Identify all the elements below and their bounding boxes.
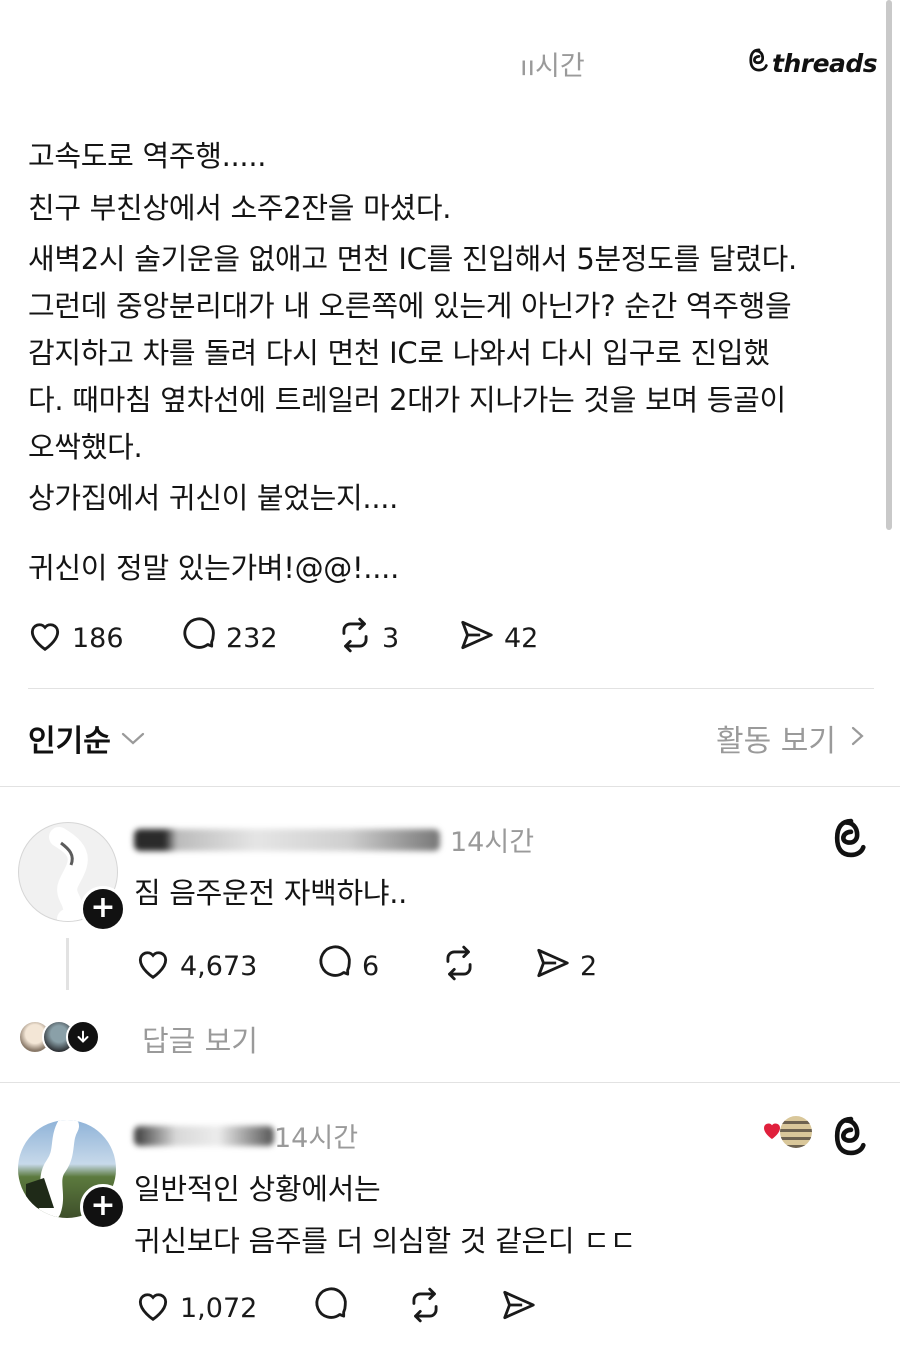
- username-redacted[interactable]: [134, 828, 440, 851]
- post-line: 오싹했다.: [28, 430, 143, 464]
- follow-plus-icon[interactable]: +: [80, 886, 126, 932]
- like-count: 4,673: [180, 951, 258, 982]
- heart-icon: [134, 944, 172, 989]
- post-line: 새벽2시 술기운을 없애고 면천 IC를 진입해서 5분정도를 달렸다.: [28, 242, 797, 276]
- share-count: 42: [504, 623, 539, 654]
- comment-icon: [180, 616, 218, 661]
- comment-time: 14시간: [450, 827, 535, 858]
- heart-icon: [26, 616, 64, 661]
- scrollbar[interactable]: [886, 0, 892, 530]
- comment-button[interactable]: [312, 1286, 350, 1331]
- repost-button[interactable]: [406, 1286, 444, 1331]
- comment-icon: [312, 1286, 350, 1331]
- post-line: 고속도로 역주행.....: [28, 139, 267, 173]
- threads-brand[interactable]: threads: [748, 48, 878, 78]
- repost-button[interactable]: 3: [336, 616, 399, 661]
- author-avatar: [780, 1116, 812, 1148]
- repost-button[interactable]: [440, 944, 478, 989]
- username-redacted[interactable]: [134, 1125, 274, 1146]
- reply-count: 232: [226, 623, 278, 654]
- like-count: 186: [72, 623, 124, 654]
- comment-text: 일반적인 상황에서는: [134, 1172, 381, 1206]
- repost-icon: [336, 616, 374, 661]
- liked-by-author: [760, 1116, 812, 1148]
- divider: [0, 1082, 900, 1083]
- post-line: 감지하고 차를 돌려 다시 면천 IC로 나와서 다시 입구로 진입했: [28, 336, 770, 370]
- chevron-down-icon: [119, 721, 147, 756]
- share-button[interactable]: 42: [458, 616, 538, 661]
- post-line: 귀신이 정말 있는가벼!@@!....: [28, 551, 399, 585]
- comment-button[interactable]: 6: [316, 944, 379, 989]
- activity-label: 활동 보기: [716, 724, 836, 759]
- reply-count: 6: [362, 951, 380, 982]
- chevron-right-icon: [850, 721, 866, 756]
- threads-logo-icon[interactable]: [832, 818, 870, 862]
- like-button[interactable]: 1,072: [134, 1286, 257, 1331]
- post-line: 상가집에서 귀신이 붙었는지....: [28, 481, 399, 515]
- header-time: ıı시간: [520, 51, 585, 82]
- repost-count: 3: [382, 623, 400, 654]
- arrow-down-icon: [66, 1020, 100, 1054]
- thread-line: [66, 938, 69, 990]
- sort-label: 인기순: [28, 724, 111, 759]
- sort-dropdown[interactable]: 인기순: [28, 716, 147, 760]
- repost-icon: [406, 1286, 444, 1331]
- like-button[interactable]: 186: [26, 616, 124, 661]
- comment-header: 14시간: [134, 820, 534, 859]
- threads-logo-icon[interactable]: [832, 1116, 870, 1160]
- brand-name: threads: [772, 48, 878, 78]
- share-icon: [500, 1286, 538, 1331]
- comment-icon: [316, 944, 354, 989]
- post-line: 그런데 중앙분리대가 내 오른쪽에 있는게 아닌가? 순간 역주행을: [28, 289, 792, 323]
- share-count: 2: [580, 951, 598, 982]
- post-line: 다. 때마침 옆차선에 트레일러 2대가 지나가는 것을 보며 등골이: [28, 383, 786, 417]
- share-icon: [458, 616, 496, 661]
- comment-header: 14시간: [134, 1116, 358, 1155]
- divider: [0, 786, 900, 787]
- like-count: 1,072: [180, 1293, 258, 1324]
- comment-time: 14시간: [274, 1123, 359, 1154]
- divider: [28, 688, 874, 689]
- view-activity-link[interactable]: 활동 보기: [716, 716, 866, 760]
- threads-logo-icon: [748, 48, 770, 78]
- comment-text: 짐 음주운전 자백하냐..: [134, 876, 408, 910]
- share-icon: [534, 944, 572, 989]
- comment-text: 귀신보다 음주를 더 의심할 것 같은디 ㄷㄷ: [134, 1224, 636, 1258]
- repost-icon: [440, 944, 478, 989]
- share-button[interactable]: 2: [534, 944, 597, 989]
- post-line: 친구 부친상에서 소주2잔을 마셨다.: [28, 191, 452, 225]
- share-button[interactable]: [500, 1286, 538, 1331]
- reply-avatars[interactable]: [18, 1020, 100, 1054]
- like-button[interactable]: 4,673: [134, 944, 257, 989]
- view-replies-link[interactable]: 답글 보기: [142, 1018, 258, 1060]
- comment-button[interactable]: 232: [180, 616, 278, 661]
- follow-plus-icon[interactable]: +: [80, 1184, 126, 1230]
- heart-icon: [134, 1286, 172, 1331]
